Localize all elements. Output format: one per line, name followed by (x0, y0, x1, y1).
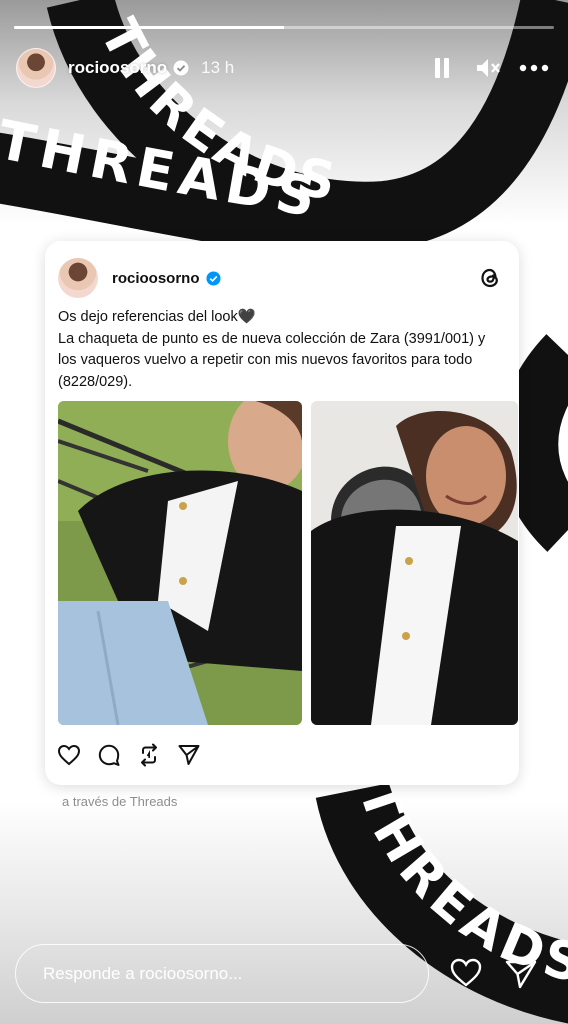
reply-placeholder: Responde a rocioosorno... (43, 963, 243, 983)
more-options-icon (519, 64, 549, 72)
threads-post-card[interactable]: rocioosorno Os dejo referencias del look… (45, 241, 519, 785)
verified-badge-icon (173, 60, 189, 76)
pause-button[interactable] (424, 50, 460, 86)
post-text-line: (8228/029). (58, 373, 133, 390)
mute-button[interactable] (470, 50, 506, 86)
story-avatar[interactable] (16, 48, 56, 88)
post-text-line: La chaqueta de punto es de nueva colecci… (58, 330, 486, 347)
verified-badge-icon (205, 270, 221, 286)
post-avatar[interactable] (58, 258, 98, 298)
story-progress-fill (14, 26, 284, 29)
story-username[interactable]: rocioosorno (68, 58, 167, 78)
threads-logo-icon[interactable] (477, 265, 503, 291)
post-username[interactable]: rocioosorno (112, 270, 200, 287)
more-options-button[interactable] (516, 50, 552, 86)
post-text: Os dejo referencias del look🖤 La chaquet… (58, 307, 508, 393)
like-button[interactable] (57, 743, 81, 767)
story-time: 13 h (201, 58, 235, 77)
send-icon (505, 960, 537, 989)
share-icon (178, 745, 200, 765)
heart-icon (57, 744, 81, 766)
reply-input[interactable]: Responde a rocioosorno... (15, 944, 429, 1003)
heart-icon (450, 958, 482, 987)
story-like-button[interactable] (449, 957, 483, 989)
share-button[interactable] (177, 743, 201, 767)
post-photo-2[interactable] (311, 401, 518, 725)
post-text-line: Os dejo referencias del look🖤 (58, 309, 256, 325)
post-actions (57, 742, 217, 768)
muted-speaker-icon (477, 59, 500, 77)
story-header: rocioosorno 13 h (16, 44, 552, 92)
via-threads-link[interactable]: a través de Threads (62, 794, 177, 809)
pause-icon (435, 58, 449, 78)
story-send-button[interactable] (504, 958, 538, 990)
post-text-line: los vaqueros vuelvo a repetir con mis nu… (58, 352, 473, 368)
story-progress-bar (14, 26, 554, 29)
repost-icon (141, 743, 157, 767)
post-header: rocioosorno (58, 258, 503, 298)
comment-button[interactable] (97, 743, 121, 767)
post-photo-1[interactable] (58, 401, 302, 725)
comment-icon (98, 744, 120, 766)
repost-button[interactable] (137, 743, 161, 767)
